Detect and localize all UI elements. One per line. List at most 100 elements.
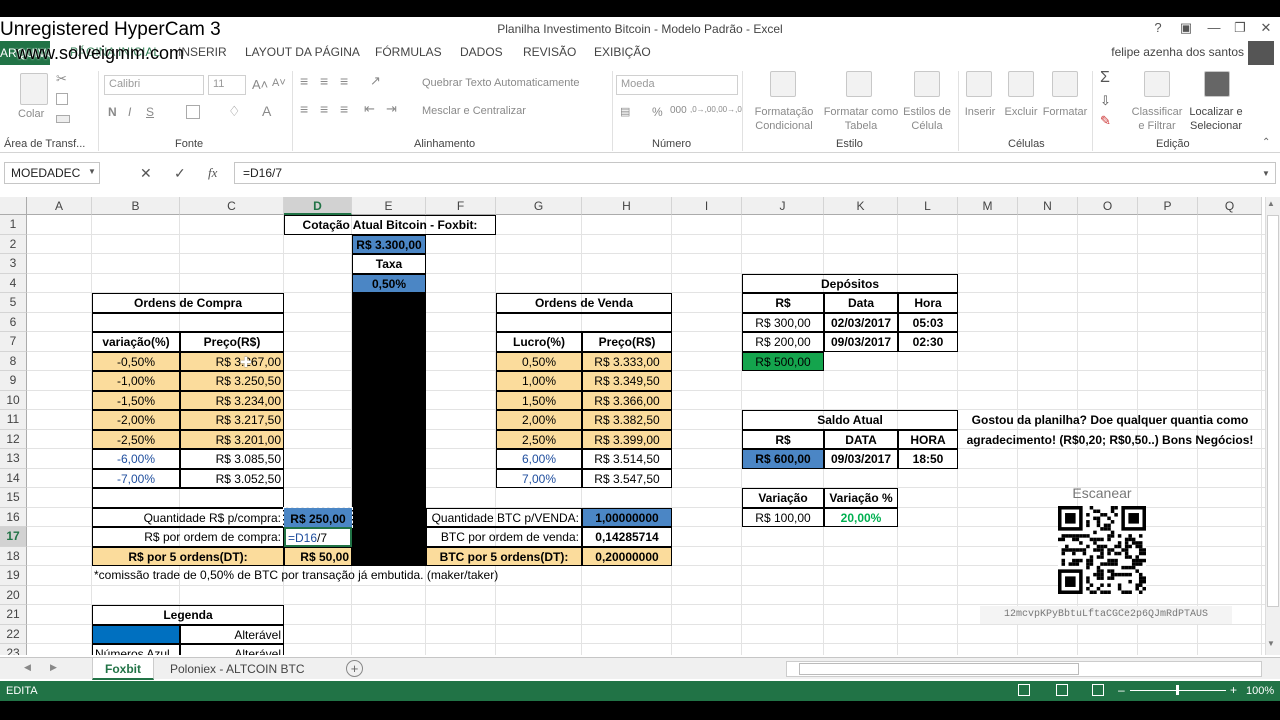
variacao-header[interactable]: variação(%) bbox=[92, 332, 180, 352]
row-header[interactable]: 10 bbox=[0, 390, 27, 410]
qtd-btc-value[interactable]: 1,00000000 bbox=[582, 507, 672, 527]
zoom-out-icon[interactable]: – bbox=[1118, 683, 1125, 697]
paste-icon[interactable] bbox=[20, 73, 48, 105]
empty-cell[interactable] bbox=[92, 312, 284, 332]
zoom-in-icon[interactable]: + bbox=[1230, 683, 1237, 697]
format-cells-icon[interactable] bbox=[1052, 71, 1078, 97]
sell-profit[interactable]: 2,00% bbox=[496, 410, 582, 430]
row-header[interactable]: 8 bbox=[0, 351, 27, 371]
find-select-button[interactable]: Localizar e Selecionar bbox=[1184, 105, 1248, 133]
align-top-icon[interactable]: ≡ bbox=[300, 73, 308, 89]
borders-icon[interactable] bbox=[186, 105, 200, 119]
cotacao-title[interactable]: Cotação Atual Bitcoin - Foxbit: bbox=[284, 215, 496, 235]
merge-center-button[interactable]: Mesclar e Centralizar bbox=[422, 105, 526, 117]
deposit-total[interactable]: R$ 500,00 bbox=[742, 351, 824, 371]
scroll-up-icon[interactable]: ▲ bbox=[1267, 199, 1275, 208]
align-bottom-icon[interactable]: ≡ bbox=[340, 73, 348, 89]
row-header[interactable]: 5 bbox=[0, 293, 27, 313]
buy-variation[interactable]: -1,00% bbox=[92, 371, 180, 391]
cut-icon[interactable]: ✂ bbox=[56, 71, 67, 87]
taxa-value[interactable]: 0,50% bbox=[352, 273, 426, 293]
sort-filter-icon[interactable] bbox=[1144, 71, 1170, 97]
sell-profit[interactable]: 1,50% bbox=[496, 390, 582, 410]
copy-icon[interactable] bbox=[56, 93, 68, 105]
sell-profit[interactable]: 0,50% bbox=[496, 351, 582, 371]
autosum-icon[interactable]: Σ bbox=[1100, 69, 1110, 87]
por-ordem-label[interactable]: R$ por ordem de compra: bbox=[92, 527, 284, 547]
column-header[interactable]: B bbox=[92, 197, 180, 215]
row-header[interactable]: 17 bbox=[0, 527, 27, 547]
normal-view-icon[interactable] bbox=[1018, 684, 1030, 696]
select-all-corner[interactable] bbox=[0, 197, 27, 215]
r5-label[interactable]: R$ por 5 ordens(DT): bbox=[92, 546, 284, 566]
align-center-icon[interactable]: ≡ bbox=[320, 101, 328, 117]
depositos-header[interactable]: Hora bbox=[898, 293, 958, 313]
row-header[interactable]: 2 bbox=[0, 234, 27, 254]
column-header[interactable]: P bbox=[1138, 197, 1198, 215]
column-header[interactable]: G bbox=[496, 197, 582, 215]
qtd-btc-label[interactable]: Quantidade BTC p/VENDA: bbox=[426, 507, 582, 527]
cancel-icon[interactable]: ✕ bbox=[140, 165, 152, 182]
shrink-font-icon[interactable]: A˅ bbox=[272, 77, 286, 89]
deposit-cell[interactable]: R$ 200,00 bbox=[742, 332, 824, 352]
column-header[interactable]: J bbox=[742, 197, 824, 215]
row-header[interactable]: 12 bbox=[0, 429, 27, 449]
increase-indent-icon[interactable]: ⇥ bbox=[386, 101, 397, 117]
buy-price[interactable]: R$ 3.234,00 bbox=[180, 390, 284, 410]
accounting-format-icon[interactable]: ▤ bbox=[620, 105, 630, 118]
column-header[interactable]: O bbox=[1078, 197, 1138, 215]
sheet-tab-poloniex[interactable]: Poloniex - ALTCOIN BTC bbox=[158, 658, 316, 680]
h-scroll-thumb[interactable] bbox=[799, 663, 1079, 675]
sell-profit[interactable]: 2,50% bbox=[496, 429, 582, 449]
minimize-icon[interactable]: — bbox=[1202, 19, 1226, 37]
scroll-down-icon[interactable]: ▼ bbox=[1267, 639, 1275, 648]
sell-profit[interactable]: 6,00% bbox=[496, 449, 582, 469]
increase-decimal-button[interactable]: ,0→,00 bbox=[690, 105, 716, 114]
delete-cells-button[interactable]: Excluir bbox=[1002, 105, 1040, 119]
btc5-value[interactable]: 0,20000000 bbox=[582, 546, 672, 566]
row-header[interactable]: 23 bbox=[0, 644, 27, 655]
align-left-icon[interactable]: ≡ bbox=[300, 101, 308, 117]
empty-cell[interactable] bbox=[496, 312, 672, 332]
conditional-format-button[interactable]: Formatação Condicional bbox=[748, 105, 820, 133]
fill-icon[interactable]: ⇩ bbox=[1100, 93, 1111, 109]
r5-value[interactable]: R$ 50,00 bbox=[284, 546, 352, 566]
number-format-combo[interactable]: Moeda bbox=[616, 75, 738, 95]
tab-insert[interactable]: INSERIR bbox=[178, 45, 227, 59]
insert-cells-icon[interactable] bbox=[966, 71, 992, 97]
btc5-label[interactable]: BTC por 5 ordens(DT): bbox=[426, 546, 582, 566]
enter-icon[interactable]: ✓ bbox=[174, 165, 186, 182]
tab-view[interactable]: EXIBIÇÃO bbox=[594, 45, 651, 59]
sell-price[interactable]: R$ 3.399,00 bbox=[582, 429, 672, 449]
deposit-cell[interactable]: 09/03/2017 bbox=[824, 332, 898, 352]
sell-price[interactable]: R$ 3.382,50 bbox=[582, 410, 672, 430]
row-header[interactable]: 21 bbox=[0, 605, 27, 625]
deposit-cell[interactable]: 02:30 bbox=[898, 332, 958, 352]
column-header[interactable]: A bbox=[27, 197, 92, 215]
formula-input[interactable]: =D16/7 bbox=[234, 162, 1276, 184]
sort-filter-button[interactable]: Classificar e Filtrar bbox=[1128, 105, 1186, 133]
find-select-icon[interactable] bbox=[1204, 71, 1230, 97]
deposit-cell[interactable]: 02/03/2017 bbox=[824, 312, 898, 332]
user-name[interactable]: felipe azenha dos santos bbox=[1111, 45, 1244, 59]
page-layout-view-icon[interactable] bbox=[1056, 684, 1068, 696]
font-name-combo[interactable]: Calibri bbox=[104, 75, 204, 95]
variacao-label[interactable]: Variação bbox=[742, 488, 824, 508]
row-header[interactable]: 14 bbox=[0, 468, 27, 488]
column-header[interactable]: C bbox=[180, 197, 284, 215]
help-button[interactable]: ? bbox=[1146, 19, 1170, 37]
tab-formulas[interactable]: FÓRMULAS bbox=[375, 45, 442, 59]
legend-alteravel[interactable]: Alterável bbox=[180, 624, 284, 644]
ordens-compra-title[interactable]: Ordens de Compra bbox=[92, 293, 284, 313]
sell-price[interactable]: R$ 3.349,50 bbox=[582, 371, 672, 391]
sell-profit[interactable]: 1,00% bbox=[496, 371, 582, 391]
saldo-cell[interactable]: R$ 600,00 bbox=[742, 449, 824, 469]
legend-alteravel-2[interactable]: Alterável bbox=[180, 644, 284, 655]
preco-header[interactable]: Preço(R$) bbox=[180, 332, 284, 352]
legend-blue-swatch[interactable] bbox=[92, 624, 180, 644]
column-header[interactable]: H bbox=[582, 197, 672, 215]
column-header[interactable]: D bbox=[284, 197, 352, 215]
row-header[interactable]: 13 bbox=[0, 449, 27, 469]
clear-icon[interactable]: ✎ bbox=[1100, 113, 1111, 129]
btc-ordem-label[interactable]: BTC por ordem de venda: bbox=[426, 527, 582, 547]
